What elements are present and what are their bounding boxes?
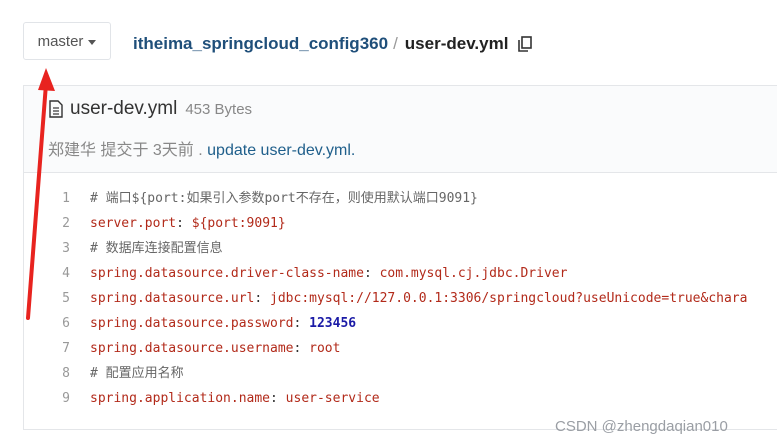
line-text: spring.application.name: user-service bbox=[90, 386, 380, 411]
line-number: 4 bbox=[62, 266, 70, 281]
code-value: com.mysql.cj.jdbc.Driver bbox=[379, 266, 568, 281]
code-key: spring.datasource.username bbox=[90, 341, 294, 356]
line-text: spring.datasource.driver-class-name: com… bbox=[90, 261, 567, 286]
code-colon: : bbox=[270, 391, 286, 406]
code-colon: : bbox=[254, 291, 271, 306]
code-key: spring.application.name bbox=[90, 391, 271, 406]
commit-separator: . bbox=[198, 142, 203, 159]
code-line: 9 spring.application.name: user-service bbox=[24, 386, 777, 411]
branch-label: master bbox=[37, 32, 84, 50]
line-text: server.port: ${port:9091} bbox=[90, 211, 286, 236]
code-comment: # 端口${port:如果引入参数port不存在，则使用默认端口9091} bbox=[90, 191, 478, 206]
file-size: 453 Bytes bbox=[185, 101, 253, 118]
line-text: # 配置应用名称 bbox=[90, 361, 184, 386]
code-line: 5 spring.datasource.url: jdbc:mysql://127… bbox=[24, 286, 777, 311]
code-colon: : bbox=[363, 266, 380, 281]
commit-message-link[interactable]: update user-dev.yml. bbox=[207, 142, 355, 159]
breadcrumb-separator: / bbox=[393, 34, 398, 53]
file-header: user-dev.yml 453 Bytes 郑建华 提交于 3天前 . upd… bbox=[24, 86, 777, 173]
code-value: user-service bbox=[285, 391, 380, 406]
code-colon: : bbox=[293, 341, 310, 356]
breadcrumb-file: user-dev.yml bbox=[404, 34, 509, 53]
code-value: jdbc:mysql://127.0.0.1:3306/springcloud?… bbox=[270, 291, 748, 306]
line-number: 3 bbox=[62, 241, 70, 256]
file-icon bbox=[48, 100, 64, 118]
line-number: 7 bbox=[62, 341, 70, 356]
code-colon: : bbox=[176, 216, 192, 231]
line-number: 1 bbox=[62, 191, 70, 206]
code-comment: # 数据库连接配置信息 bbox=[90, 241, 223, 256]
code-value: ${port:9091} bbox=[191, 216, 286, 231]
code-line: 3 # 数据库连接配置信息 bbox=[24, 236, 777, 261]
breadcrumb: itheima_springcloud_config360 / user-dev… bbox=[133, 34, 534, 54]
code-value: 123456 bbox=[309, 316, 357, 331]
caret-down-icon bbox=[88, 39, 97, 45]
code-line: 8 # 配置应用名称 bbox=[24, 361, 777, 386]
copy-icon[interactable] bbox=[516, 35, 534, 53]
code-line: 1 # 端口${port:如果引入参数port不存在，则使用默认端口9091} bbox=[24, 186, 777, 211]
file-panel: user-dev.yml 453 Bytes 郑建华 提交于 3天前 . upd… bbox=[23, 85, 777, 430]
line-number: 2 bbox=[62, 216, 70, 231]
line-number: 9 bbox=[62, 391, 70, 406]
code-line: 6 spring.datasource.password: 123456 bbox=[24, 311, 777, 336]
code-key: spring.datasource.password bbox=[90, 316, 294, 331]
code-line: 4 spring.datasource.driver-class-name: co… bbox=[24, 261, 777, 286]
line-text: # 数据库连接配置信息 bbox=[90, 236, 223, 261]
line-number: 5 bbox=[62, 291, 70, 306]
code-colon: : bbox=[293, 316, 310, 331]
line-number: 8 bbox=[62, 366, 70, 381]
branch-select-button[interactable]: master bbox=[23, 22, 111, 60]
code-line: 7 spring.datasource.username: root bbox=[24, 336, 777, 361]
line-text: spring.datasource.username: root bbox=[90, 336, 340, 361]
code-key: spring.datasource.url bbox=[90, 291, 255, 306]
line-text: spring.datasource.url: jdbc:mysql://127.… bbox=[90, 286, 747, 311]
breadcrumb-repo-link[interactable]: itheima_springcloud_config360 bbox=[133, 34, 388, 54]
code-view: 1 # 端口${port:如果引入参数port不存在，则使用默认端口9091} 2 s… bbox=[24, 186, 777, 411]
line-text: spring.datasource.password: 123456 bbox=[90, 311, 356, 336]
file-name: user-dev.yml bbox=[70, 98, 178, 119]
code-value: root bbox=[309, 341, 341, 356]
code-key: spring.datasource.driver-class-name bbox=[90, 266, 364, 281]
commit-author: 郑建华 提交于 3天前 bbox=[48, 142, 194, 159]
code-line: 2 server.port: ${port:9091} bbox=[24, 211, 777, 236]
line-text: # 端口${port:如果引入参数port不存在，则使用默认端口9091} bbox=[90, 186, 478, 211]
line-number: 6 bbox=[62, 316, 70, 331]
code-key: server.port bbox=[90, 216, 177, 231]
watermark: CSDN @zhengdaqian010 bbox=[555, 418, 728, 435]
code-comment: # 配置应用名称 bbox=[90, 366, 184, 381]
